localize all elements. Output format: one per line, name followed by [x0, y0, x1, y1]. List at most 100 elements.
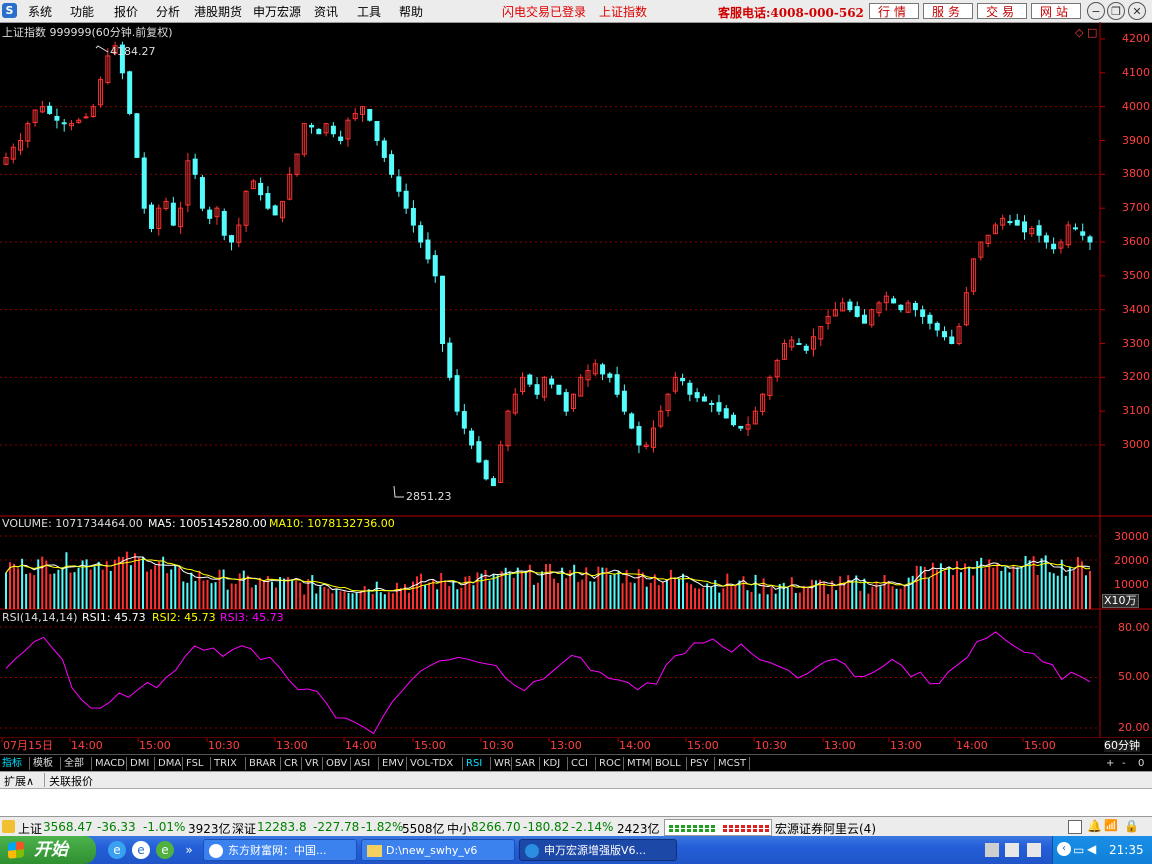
tab-indicator-cci[interactable]: CCI — [571, 757, 588, 771]
tab-divider — [511, 757, 512, 770]
menu-tools[interactable]: 工具 — [357, 3, 381, 20]
rsi-line — [5, 631, 1091, 735]
website-button[interactable]: 网站 — [1031, 3, 1081, 19]
menu-analysis[interactable]: 分析 — [156, 3, 180, 20]
tray-volume-icon[interactable]: ◀ — [1087, 842, 1096, 856]
tray-network-icon[interactable]: ▭ — [1073, 843, 1084, 857]
candle-body — [381, 140, 387, 158]
tab-indicator-sar[interactable]: SAR — [515, 757, 535, 771]
breadth-block — [669, 825, 673, 828]
sz-index-amount: 5508亿 — [402, 822, 445, 836]
tab-indicator-macd[interactable]: MACD — [95, 757, 125, 771]
tab-indicator-rsi[interactable]: RSI — [466, 757, 482, 771]
tab-indicator-boll[interactable]: BOLL — [655, 757, 681, 771]
time-axis-label: 10:30 — [755, 739, 787, 752]
tab-indicator-dmi[interactable]: DMI — [130, 757, 149, 771]
tab-indicator-wr[interactable]: WR — [494, 757, 511, 771]
candle-body — [476, 441, 482, 463]
tab-indicator-cr[interactable]: CR — [284, 757, 298, 771]
tab-all[interactable]: 全部 — [64, 757, 84, 771]
tray-keyboard-icon[interactable] — [985, 843, 999, 857]
tray-help-icon[interactable] — [1005, 843, 1019, 857]
breadth-block — [705, 825, 709, 828]
green-app-icon[interactable]: e — [156, 841, 174, 859]
menu-swhy[interactable]: 申万宏源 — [253, 3, 301, 20]
breadth-block — [759, 829, 763, 832]
zoom-out-button[interactable]: - — [1122, 757, 1126, 771]
reset-button[interactable]: 0 — [1138, 757, 1144, 771]
tray-input-icon[interactable] — [1027, 843, 1041, 857]
breadth-block — [675, 825, 679, 828]
clock[interactable]: 21:35 — [1109, 843, 1144, 857]
menu-help[interactable]: 帮助 — [399, 3, 423, 20]
period-selector[interactable]: 60分钟 — [1104, 740, 1140, 752]
chart-canvas[interactable] — [0, 22, 1152, 754]
candle-body — [316, 128, 322, 135]
tab-indicator-brar[interactable]: BRAR — [249, 757, 276, 771]
tab-indicator-roc[interactable]: ROC — [599, 757, 621, 771]
lock-screen-icon[interactable]: 🔒 — [1124, 819, 1139, 833]
candle-body — [1051, 243, 1057, 250]
time-axis-label: 14:00 — [71, 739, 103, 752]
menu-news[interactable]: 资讯 — [314, 3, 338, 20]
candle-body — [731, 414, 737, 426]
menu-system[interactable]: 系统 — [28, 3, 52, 20]
tab-indicator-obv[interactable]: OBV — [326, 757, 347, 771]
menu-hk-futures[interactable]: 港股期货 — [194, 3, 242, 20]
sh-index-name[interactable]: 上证 — [18, 820, 42, 837]
server-name[interactable]: 宏源证券阿里云(4) — [775, 820, 876, 837]
tab-template[interactable]: 模板 — [33, 757, 53, 771]
zoom-in-button[interactable]: + — [1106, 757, 1114, 771]
restore-icon[interactable]: ❐ — [1107, 2, 1125, 20]
panel-expand-icon[interactable]: □ — [1087, 27, 1097, 39]
candle-body — [847, 301, 853, 311]
tray-expand-icon[interactable]: ‹ — [1057, 842, 1071, 856]
tab-indicator-vr[interactable]: VR — [305, 757, 319, 771]
sz-index-name[interactable]: 深证 — [232, 820, 256, 837]
zx-index-name[interactable]: 中小 — [447, 820, 471, 837]
tab-indicator-asi[interactable]: ASI — [354, 757, 370, 771]
trade-button[interactable]: 交易 — [977, 3, 1027, 19]
menu-quote[interactable]: 报价 — [114, 3, 138, 20]
task-eastmoney[interactable]: 东方财富网：中国... — [203, 839, 357, 861]
tab-divider — [539, 757, 540, 770]
tab-indicator-dma[interactable]: DMA — [158, 757, 181, 771]
minimize-icon[interactable]: − — [1087, 2, 1105, 20]
tab-indicator[interactable]: 指标 — [2, 757, 22, 771]
tab-indicator-psy[interactable]: PSY — [690, 757, 709, 771]
signal-icon[interactable]: 📶 — [1104, 819, 1118, 832]
tab-indicator-emv[interactable]: EMV — [382, 757, 404, 771]
lock-icon[interactable] — [2, 820, 15, 833]
candle-body — [367, 108, 373, 121]
tab-indicator-fsl[interactable]: FSL — [186, 757, 204, 771]
tab-indicator-kdj[interactable]: KDJ — [543, 757, 560, 771]
login-status: 闪电交易已登录 — [502, 5, 587, 19]
tab-divider — [301, 757, 302, 770]
volume-ma10-line — [5, 558, 1091, 592]
close-icon[interactable]: ✕ — [1128, 2, 1146, 20]
task-swhy[interactable]: 申万宏源增强版V6... — [519, 839, 677, 861]
candle-body — [1043, 235, 1049, 243]
tab-indicator-vol-tdx[interactable]: VOL-TDX — [410, 757, 453, 771]
expand-tab[interactable]: 扩展∧ — [4, 773, 34, 789]
market-button[interactable]: 行情 — [869, 3, 919, 19]
service-button[interactable]: 服务 — [923, 3, 973, 19]
panel-option-icon[interactable]: ◇ — [1075, 27, 1083, 39]
task-folder[interactable]: D:\new_swhy_v6 — [361, 839, 515, 861]
tab-indicator-trix[interactable]: TRIX — [214, 757, 237, 771]
ie-icon[interactable]: e — [108, 841, 126, 859]
bell-icon[interactable]: 🔔 — [1087, 819, 1102, 833]
candle-body — [338, 136, 344, 142]
menu-function[interactable]: 功能 — [70, 3, 94, 20]
quick-launch-more-icon[interactable]: » — [180, 841, 198, 859]
tab-divider — [210, 757, 211, 770]
related-quote-tab[interactable]: 关联报价 — [49, 773, 93, 789]
note-icon[interactable] — [1068, 820, 1082, 834]
start-button[interactable]: 开始 — [0, 836, 96, 864]
app-logo-icon[interactable]: S — [2, 3, 17, 18]
browser-icon[interactable]: e — [132, 841, 150, 859]
tab-indicator-mcst[interactable]: MCST — [718, 757, 746, 771]
zx-index-amount: 2423亿 — [617, 822, 660, 836]
tab-indicator-mtm[interactable]: MTM — [627, 757, 650, 771]
candle-body — [941, 331, 947, 338]
